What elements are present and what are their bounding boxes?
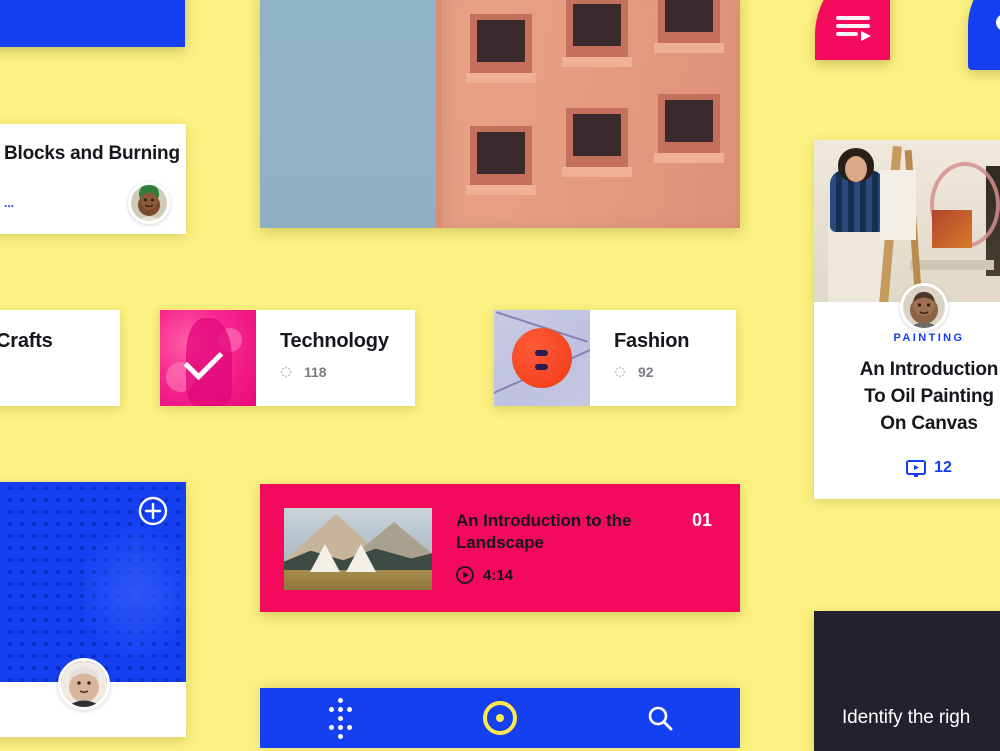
course-title-line-2: To Oil Painting bbox=[864, 386, 994, 407]
halftone-dot-pattern bbox=[0, 482, 186, 682]
lesson-number: 01 bbox=[691, 510, 712, 530]
lesson-duration: 4:14 bbox=[456, 566, 513, 584]
instructor-avatar[interactable] bbox=[128, 182, 170, 224]
course-author-avatar[interactable] bbox=[900, 283, 948, 331]
page-canvas: Blocks and Burning ... Crafts Technology bbox=[0, 0, 1000, 751]
course-lessons-count: 12 bbox=[934, 459, 952, 476]
plus-circle-icon[interactable] bbox=[138, 496, 168, 526]
nav-item-browse[interactable] bbox=[260, 688, 420, 748]
nav-item-record[interactable] bbox=[420, 688, 580, 748]
fashion-thumbnail bbox=[494, 310, 590, 406]
hero-building-facade bbox=[442, 0, 740, 228]
nav-item-search[interactable] bbox=[580, 688, 740, 748]
search-icon bbox=[648, 706, 673, 731]
record-target-icon bbox=[483, 701, 517, 735]
screen-play-icon bbox=[906, 459, 927, 477]
category-count: 92 bbox=[638, 364, 654, 380]
lesson-duration-text: 4:14 bbox=[483, 566, 514, 584]
lesson-row[interactable]: An Introduction to the Landscape 4:14 01 bbox=[260, 484, 740, 612]
blue-top-card[interactable] bbox=[0, 0, 185, 47]
bottom-navigation-bar bbox=[260, 688, 740, 748]
asterisk-dots-icon bbox=[280, 366, 292, 378]
category-card-technology[interactable]: Technology 118 bbox=[160, 310, 415, 406]
blocks-card-subtitle: ... bbox=[4, 196, 15, 210]
asterisk-dots-icon bbox=[614, 366, 626, 378]
category-count: 118 bbox=[304, 364, 327, 380]
category-name: Crafts bbox=[0, 330, 53, 352]
category-card-crafts[interactable]: Crafts bbox=[0, 310, 120, 406]
playlist-play-icon bbox=[836, 16, 871, 41]
blue-corner-shape[interactable] bbox=[968, 0, 1000, 70]
category-card-fashion[interactable]: Fashion 92 bbox=[494, 310, 736, 406]
course-category-label: PAINTING bbox=[893, 332, 965, 344]
hero-building-photo[interactable] bbox=[260, 0, 740, 228]
circle-dot-icon bbox=[996, 14, 1000, 31]
course-title-line-3: On Canvas bbox=[880, 413, 978, 434]
category-name: Fashion bbox=[614, 330, 690, 352]
play-circle-icon bbox=[456, 566, 474, 584]
blocks-card-title: Blocks and Burning bbox=[4, 143, 180, 164]
dark-promo-card[interactable]: Identify the righ bbox=[814, 611, 1000, 751]
dark-card-title: Identify the righ bbox=[842, 707, 971, 728]
lesson-title: An Introduction to the Landscape bbox=[456, 511, 632, 552]
oil-painting-studio-photo bbox=[814, 140, 1000, 302]
playlist-fab-button[interactable] bbox=[815, 0, 890, 60]
technology-thumbnail bbox=[160, 310, 256, 406]
member-avatar[interactable] bbox=[58, 658, 110, 710]
dots-grid-icon bbox=[328, 697, 352, 739]
landscape-mountains-thumbnail bbox=[284, 508, 432, 590]
category-name: Technology bbox=[280, 330, 389, 352]
course-title-line-1: An Introduction bbox=[859, 359, 999, 380]
